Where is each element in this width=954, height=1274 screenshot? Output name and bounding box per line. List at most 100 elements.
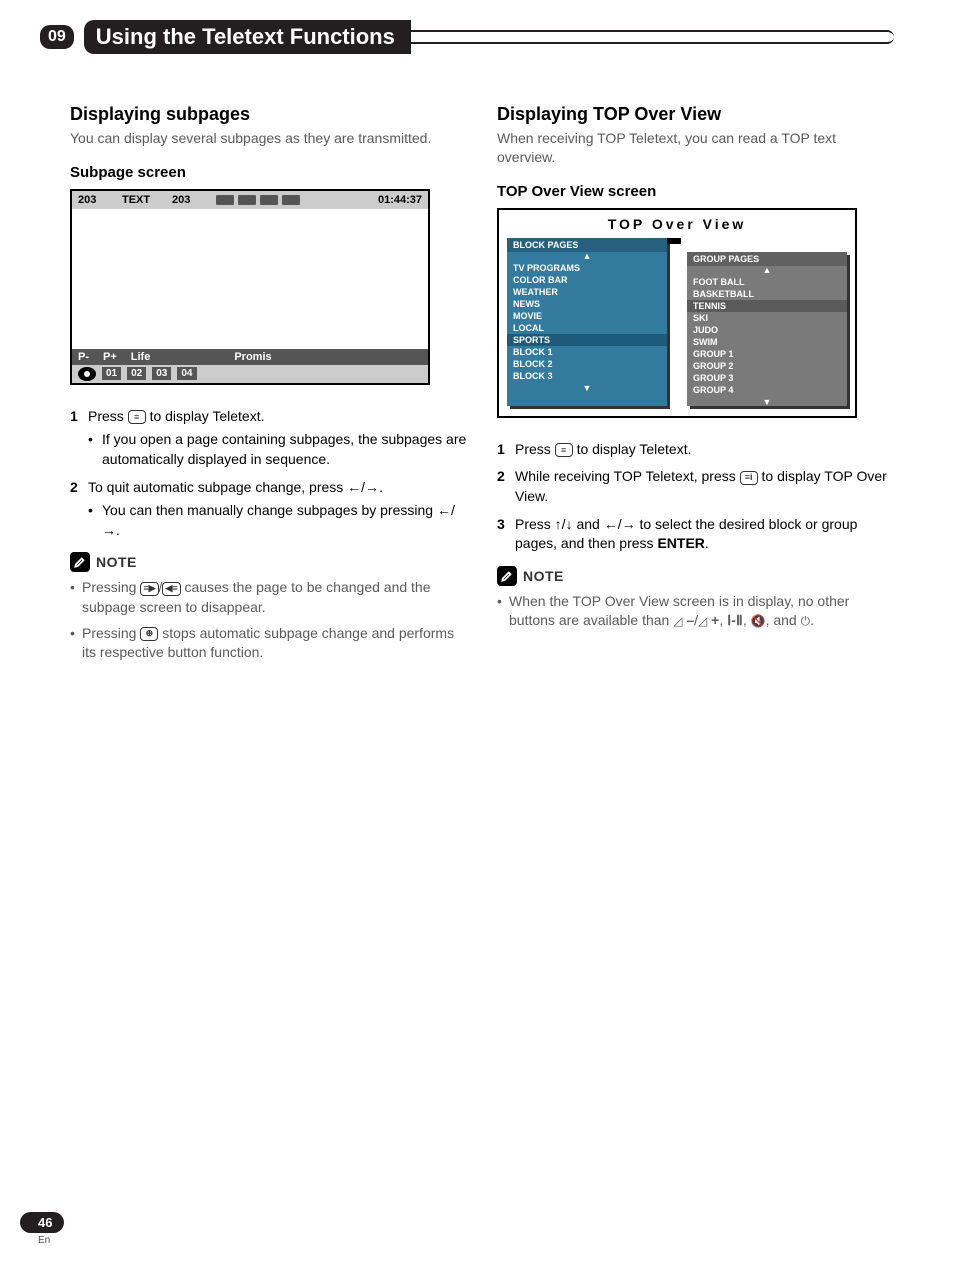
- list-item: JUDO: [693, 324, 841, 336]
- teletext-next-icon: ≡▶: [140, 582, 158, 596]
- list-item: WEATHER: [513, 286, 661, 298]
- page-footer: 46 En: [20, 1212, 64, 1246]
- list-item: SPORTS: [507, 334, 667, 346]
- subpage-top-bar: 203 TEXT 203 01:44:37: [72, 191, 428, 209]
- power-icon: ⏻: [801, 614, 811, 628]
- lang-label: En: [38, 1235, 64, 1246]
- subpage-text-label: TEXT: [122, 194, 158, 206]
- right-column: Displaying TOP Over View When receiving …: [497, 104, 894, 669]
- subpage-bottom-bar-2: 01 02 03 04: [72, 365, 428, 383]
- section-heading-subpages: Displaying subpages: [70, 104, 467, 125]
- list-item: SWIM: [693, 336, 841, 348]
- intro-subpages: You can display several subpages as they…: [70, 129, 467, 148]
- list-item: BASKETBALL: [693, 288, 841, 300]
- subheading-top-screen: TOP Over View screen: [497, 183, 894, 200]
- r-step1-post: to display Teletext.: [573, 441, 692, 457]
- pencil-icon: [70, 552, 90, 572]
- list-item: COLOR BAR: [513, 274, 661, 286]
- arrow-down-icon: ▼: [507, 384, 667, 392]
- teletext-icon: ≡: [555, 443, 573, 457]
- subpage-body: [72, 209, 428, 349]
- step-num: 1: [497, 440, 515, 460]
- list-item: BLOCK 2: [513, 358, 661, 370]
- teletext-prev-icon: ◀≡: [162, 582, 180, 596]
- cell-01: 01: [102, 367, 121, 380]
- subpage-page-b: 203: [172, 194, 202, 206]
- step-3-right: 3 Press ↑/↓ and ←/→ to select the desire…: [497, 515, 894, 554]
- block-pages-header: BLOCK PAGES: [507, 238, 667, 252]
- note-item: Pressing ⊕ stops automatic subpage chang…: [70, 624, 467, 663]
- pencil-icon: [497, 566, 517, 586]
- top-screen-title: TOP Over View: [507, 216, 847, 232]
- step-num: 2: [497, 467, 515, 506]
- step2-pre: To quit automatic subpage change, press: [88, 479, 347, 495]
- list-item: BLOCK 1: [513, 346, 661, 358]
- chapter-header: 09 Using the Teletext Functions: [40, 20, 894, 54]
- steps-left: 1 Press ≡ to display Teletext. If you op…: [70, 407, 467, 541]
- step-num: 3: [497, 515, 515, 554]
- chapter-badge: 09: [40, 25, 74, 49]
- note-item: When the TOP Over View screen is in disp…: [497, 592, 894, 631]
- note-label: NOTE: [96, 554, 137, 570]
- list-item: NEWS: [513, 298, 661, 310]
- promis-label: Promis: [234, 351, 271, 363]
- p-minus: P-: [78, 351, 89, 363]
- step1-pre: Press: [88, 408, 128, 424]
- step2-post: .: [379, 479, 383, 495]
- vol-down-icon: ◿: [673, 614, 682, 628]
- intro-top: When receiving TOP Teletext, you can rea…: [497, 129, 894, 167]
- panel-connector: [667, 238, 681, 244]
- group-pages-header: GROUP PAGES: [687, 252, 847, 266]
- step-num: 1: [70, 407, 88, 470]
- subpage-bottom-bar-1: P- P+ Life Promis: [72, 349, 428, 365]
- list-item: MOVIE: [513, 310, 661, 322]
- step-1-left: 1 Press ≡ to display Teletext. If you op…: [70, 407, 467, 470]
- note-header-right: NOTE: [497, 566, 894, 586]
- list-item: TV PROGRAMS: [513, 262, 661, 274]
- list-item: GROUP 4: [693, 384, 841, 396]
- list-item: GROUP 1: [693, 348, 841, 360]
- teletext-icon: ≡: [128, 410, 146, 424]
- notes-right: When the TOP Over View screen is in disp…: [497, 592, 894, 631]
- step1-bullet: If you open a page containing subpages, …: [88, 430, 467, 469]
- group-pages-panel: GROUP PAGES ▲ FOOT BALLBASKETBALLTENNISS…: [687, 252, 847, 406]
- list-item: FOOT BALL: [693, 276, 841, 288]
- left-right-arrows: ←/→: [347, 479, 379, 495]
- step2-bullet: You can then manually change subpages by…: [88, 501, 467, 540]
- subpage-screen-mockup: 203 TEXT 203 01:44:37 P- P+ Life Promis …: [70, 189, 430, 385]
- subheading-subpage-screen: Subpage screen: [70, 164, 467, 181]
- cell-04: 04: [177, 367, 196, 380]
- subpage-color-bars: [216, 195, 300, 205]
- page-number: 46: [20, 1212, 64, 1233]
- step-1-right: 1 Press ≡ to display Teletext.: [497, 440, 894, 460]
- info-icon: ≡i: [740, 471, 758, 485]
- notes-left: Pressing ≡▶/◀≡ causes the page to be cha…: [70, 578, 467, 662]
- life-label: Life: [131, 351, 151, 363]
- steps-right: 1 Press ≡ to display Teletext. 2 While r…: [497, 440, 894, 554]
- section-heading-top: Displaying TOP Over View: [497, 104, 894, 125]
- list-item: SKI: [693, 312, 841, 324]
- arrow-down-icon: ▼: [687, 398, 847, 406]
- vol-up-icon: ◿: [698, 614, 707, 628]
- step-2-left: 2 To quit automatic subpage change, pres…: [70, 478, 467, 541]
- step-2-right: 2 While receiving TOP Teletext, press ≡i…: [497, 467, 894, 506]
- chapter-rule: [409, 30, 894, 44]
- r-step3-post: .: [705, 535, 709, 551]
- arrow-up-icon: ▲: [687, 266, 847, 274]
- mute-icon: 🔇: [751, 614, 766, 628]
- note-item: Pressing ≡▶/◀≡ causes the page to be cha…: [70, 578, 467, 617]
- hold-icon: ⊕: [140, 627, 158, 641]
- top-over-view-mockup: TOP Over View BLOCK PAGES ▲ TV PROGRAMSC…: [497, 208, 857, 418]
- note-header-left: NOTE: [70, 552, 467, 572]
- list-item: BLOCK 3: [513, 370, 661, 382]
- list-item: TENNIS: [687, 300, 847, 312]
- list-item: GROUP 3: [693, 372, 841, 384]
- p-plus: P+: [103, 351, 117, 363]
- list-item: LOCAL: [513, 322, 661, 334]
- cell-03: 03: [152, 367, 171, 380]
- r-step1-pre: Press: [515, 441, 555, 457]
- left-column: Displaying subpages You can display seve…: [70, 104, 467, 669]
- block-pages-panel: BLOCK PAGES ▲ TV PROGRAMSCOLOR BARWEATHE…: [507, 238, 667, 406]
- step1-post: to display Teletext.: [146, 408, 265, 424]
- arrow-up-icon: ▲: [507, 252, 667, 260]
